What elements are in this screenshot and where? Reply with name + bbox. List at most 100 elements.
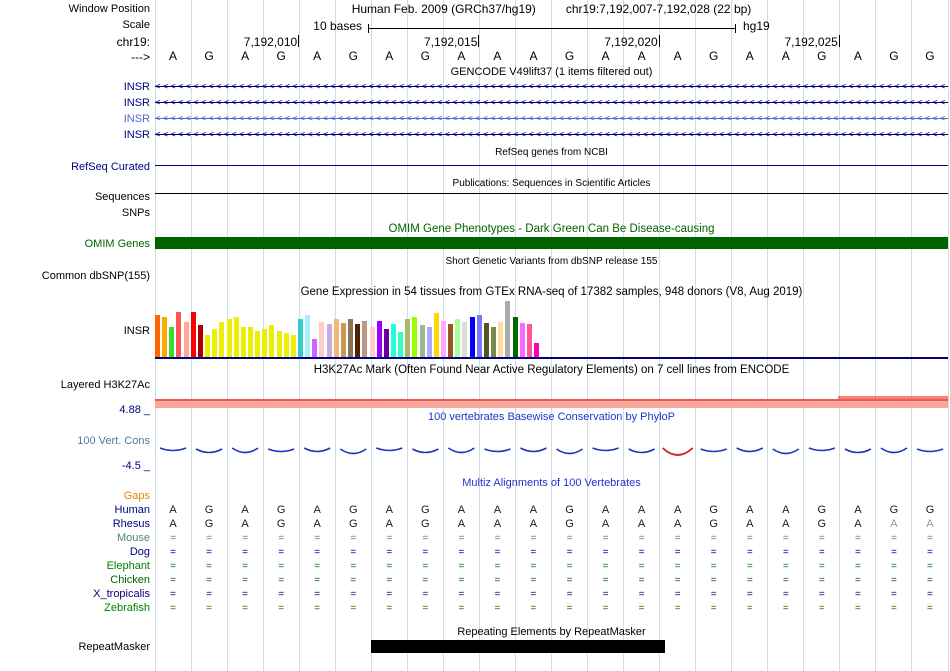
gtex-tissue-bar[interactable] [441,321,446,357]
gencode-transcript-insr[interactable]: <<<<<<<<<<<<<<<<<<<<<<<<<<<<<<<<<<<<<<<<… [155,96,948,110]
gtex-tissue-bar[interactable] [283,333,289,357]
multiz-species-label-human[interactable]: Human [0,504,150,517]
align-base: A [673,518,682,530]
align-gap-symbol: = [422,561,429,572]
gtex-tissue-bar[interactable] [162,317,168,357]
publications-sequence-line[interactable] [155,193,948,194]
gtex-tissue-bar[interactable] [483,323,489,357]
phylop-plot[interactable] [155,424,948,468]
align-gap-symbol: = [782,603,789,614]
track-label-repeatmasker[interactable]: RepeatMasker [0,641,150,654]
gtex-tissue-bar[interactable] [247,327,253,357]
align-gap-symbol: = [314,589,321,600]
gencode-transcript-insr[interactable]: <<<<<<<<<<<<<<<<<<<<<<<<<<<<<<<<<<<<<<<<… [155,128,948,142]
multiz-species-label-dog[interactable]: Dog [0,546,150,559]
align-gap-symbol: = [927,603,933,614]
track-label-insr-2[interactable]: INSR [0,97,150,110]
gtex-tissue-bar[interactable] [197,325,203,357]
gtex-tissue-bar[interactable] [412,317,418,357]
align-base: G [276,518,286,530]
track-label-sequences[interactable]: Sequences [0,191,150,204]
gtex-tissue-bar[interactable] [333,319,339,357]
gtex-tissue-bar[interactable] [455,319,461,357]
track-label-layered-h3k27ac[interactable]: Layered H3K27Ac [0,379,150,392]
track-label-insr-3[interactable]: INSR [0,113,150,126]
gtex-tissue-bar[interactable] [376,321,382,357]
gtex-tissue-bar[interactable] [355,324,361,357]
gtex-tissue-bar[interactable] [469,317,475,357]
gtex-tissue-bar[interactable] [269,325,275,357]
gencode-transcript-insr[interactable]: <<<<<<<<<<<<<<<<<<<<<<<<<<<<<<<<<<<<<<<<… [155,112,948,126]
gtex-tissue-bar[interactable] [233,317,239,357]
align-gap-symbol: = [566,603,573,614]
multiz-species-label-x_tropicalis[interactable]: X_tropicalis [0,588,150,601]
gtex-tissue-bar[interactable] [498,322,504,357]
gtex-tissue-bar[interactable] [533,343,539,357]
repeatmasker-element-bar[interactable] [371,640,665,653]
align-gap-symbol: = [818,533,825,544]
gtex-tissue-bar[interactable] [155,315,160,357]
gtex-tissue-bar[interactable] [512,317,518,357]
multiz-species-label-elephant[interactable]: Elephant [0,560,150,573]
multiz-species-label-gaps[interactable]: Gaps [0,490,150,503]
track-label-omim-genes[interactable]: OMIM Genes [0,238,150,251]
gtex-tissue-bar[interactable] [226,319,232,357]
track-label-common-dbsnp[interactable]: Common dbSNP(155) [0,270,150,283]
gtex-tissue-bar[interactable] [240,327,246,357]
gtex-tissue-bar[interactable] [519,323,525,357]
gtex-tissue-bar[interactable] [398,332,404,357]
track-label-snps[interactable]: SNPs [0,207,150,220]
gtex-tissue-bar[interactable] [205,335,211,357]
gtex-tissue-bar[interactable] [476,315,482,357]
gtex-tissue-bar[interactable] [448,324,454,357]
gtex-tissue-bar[interactable] [505,301,511,357]
gencode-transcript-insr[interactable]: <<<<<<<<<<<<<<<<<<<<<<<<<<<<<<<<<<<<<<<<… [155,80,948,94]
track-label-100-vert-cons[interactable]: 100 Vert. Cons [0,435,150,448]
gtex-tissue-bar[interactable] [312,339,318,357]
gtex-tissue-bar[interactable] [290,335,296,357]
gtex-tissue-bar[interactable] [362,321,368,357]
track-label-insr-1[interactable]: INSR [0,81,150,94]
gtex-tissue-bar[interactable] [169,327,175,357]
gtex-tissue-bar[interactable] [276,331,282,357]
gtex-tissue-bar[interactable] [319,322,325,357]
gtex-tissue-bar[interactable] [176,312,182,357]
align-base: A [385,518,393,530]
refseq-gene-line[interactable] [155,165,948,166]
gtex-tissue-bar[interactable] [433,313,439,357]
gtex-tissue-bar[interactable] [526,324,532,357]
gtex-tissue-bar[interactable] [255,331,261,357]
base-letter: G [709,49,719,63]
track-label-refseq-curated[interactable]: RefSeq Curated [0,161,150,174]
multiz-species-label-mouse[interactable]: Mouse [0,532,150,545]
gtex-tissue-bar[interactable] [426,327,432,357]
align-gap-symbol: = [746,533,753,544]
gtex-tissue-bar[interactable] [405,319,411,357]
gtex-tissue-bar[interactable] [262,329,268,357]
gtex-tissue-bar[interactable] [419,325,425,357]
gtex-tissue-bar[interactable] [462,322,468,357]
gtex-tissue-bar[interactable] [212,329,218,357]
align-gap-symbol: = [278,533,285,544]
gtex-tissue-bar[interactable] [383,329,389,357]
track-label-insr-4[interactable]: INSR [0,129,150,142]
gtex-tissue-bar[interactable] [219,322,225,357]
gtex-tissue-bar[interactable] [190,312,196,357]
omim-gene-bar[interactable] [155,237,948,249]
gtex-tissue-bar[interactable] [340,323,346,357]
gtex-tissue-bar[interactable] [491,327,497,357]
align-gap-symbol: = [278,575,285,586]
gtex-tissue-bar[interactable] [369,327,375,357]
multiz-species-label-zebrafish[interactable]: Zebrafish [0,602,150,615]
multiz-species-label-chicken[interactable]: Chicken [0,574,150,587]
h3k27ac-signal-peak[interactable] [838,396,948,401]
h3k27ac-signal-fill[interactable] [155,401,948,408]
track-label-gtex-insr[interactable]: INSR [0,325,150,338]
gtex-tissue-bar[interactable] [326,324,332,357]
gtex-tissue-bar[interactable] [298,319,303,357]
multiz-species-label-rhesus[interactable]: Rhesus [0,518,150,531]
gtex-tissue-bar[interactable] [390,324,396,357]
gtex-tissue-bar[interactable] [305,315,311,357]
gtex-tissue-bar[interactable] [183,322,189,357]
gtex-tissue-bar[interactable] [348,319,354,357]
